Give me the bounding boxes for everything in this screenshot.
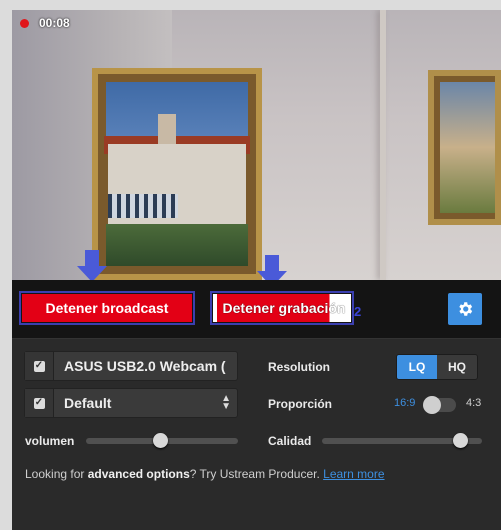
stop-broadcast-button[interactable]: Detener broadcast — [19, 291, 195, 325]
volume-slider-knob[interactable] — [153, 433, 168, 448]
proportion-label: Proporción — [268, 397, 333, 411]
check-icon: ✓ — [33, 397, 45, 409]
volume-slider[interactable] — [86, 433, 238, 448]
control-bar: 1 Detener broadcast Detener grabación 2 — [12, 280, 501, 339]
recording-time: 00:08 — [39, 16, 70, 30]
recording-indicator: 00:08 — [20, 16, 70, 30]
gear-icon — [459, 302, 473, 316]
settings-panel: ✓ ASUS USB2.0 Webcam ( ✓ Default ▲ ▼ volu… — [12, 339, 501, 530]
audio-checkbox[interactable]: ✓ — [25, 389, 54, 417]
footer-bold: advanced options — [87, 467, 190, 481]
resolution-lq-button[interactable]: LQ — [397, 355, 437, 379]
video-door-edge — [380, 10, 386, 280]
proportion-4-3: 4:3 — [466, 397, 482, 409]
video-preview: 00:08 — [12, 10, 501, 280]
resolution-hq-button[interactable]: HQ — [437, 355, 477, 379]
proportion-toggle[interactable] — [423, 396, 456, 414]
video-painting-left — [92, 68, 262, 280]
quality-label: Calidad — [268, 434, 312, 448]
broadcast-window: 00:08 1 Detener broadcast Detener grabac… — [12, 10, 501, 530]
footer-prefix: Looking for — [25, 467, 88, 481]
quality-slider-knob[interactable] — [453, 433, 468, 448]
settings-button[interactable] — [448, 293, 482, 325]
quality-slider[interactable] — [322, 433, 482, 448]
camera-select-value: ASUS USB2.0 Webcam ( — [64, 358, 226, 374]
stop-recording-button[interactable]: Detener grabación — [210, 291, 354, 325]
select-arrows-icon: ▲ ▼ — [221, 393, 231, 412]
resolution-toggle: LQ HQ — [396, 354, 478, 380]
recording-dot-icon — [20, 18, 29, 28]
annotation-2: 2 — [354, 304, 362, 319]
check-icon: ✓ — [33, 360, 45, 372]
video-painting-right — [428, 70, 501, 225]
volume-label: volumen — [25, 434, 75, 448]
resolution-label: Resolution — [268, 360, 330, 374]
footer-text: Looking for advanced options? Try Ustrea… — [25, 467, 385, 481]
learn-more-link[interactable]: Learn more — [323, 467, 384, 481]
camera-select[interactable]: ✓ ASUS USB2.0 Webcam ( — [24, 351, 238, 381]
stop-recording-label: Detener grabación — [222, 300, 346, 316]
footer-middle: ? Try Ustream Producer. — [189, 467, 324, 481]
camera-checkbox[interactable]: ✓ — [25, 352, 54, 380]
audio-select[interactable]: ✓ Default ▲ ▼ — [24, 388, 238, 418]
proportion-16-9: 16:9 — [394, 397, 416, 409]
audio-select-value: Default — [64, 395, 112, 411]
